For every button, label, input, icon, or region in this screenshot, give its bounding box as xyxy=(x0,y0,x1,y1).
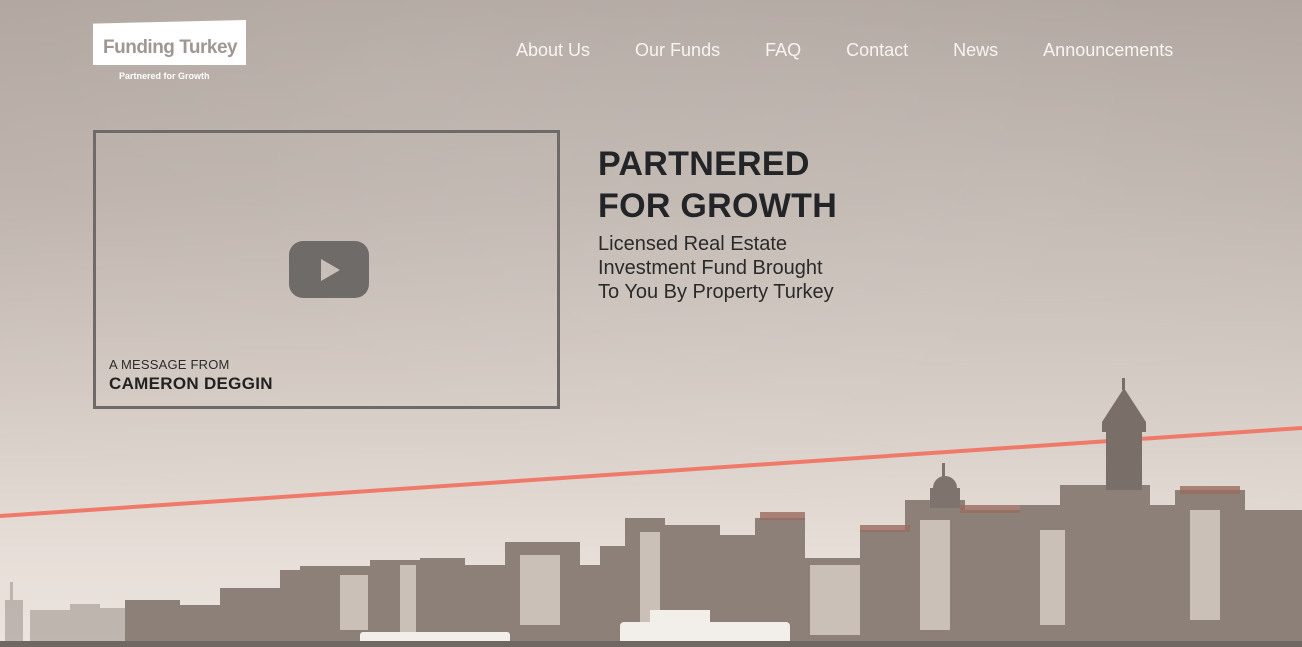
nav-announcements[interactable]: Announcements xyxy=(1043,40,1173,61)
city-skyline-image xyxy=(0,378,1302,647)
hero-subtitle: Licensed Real Estate Investment Fund Bro… xyxy=(598,232,858,304)
hero-subtitle-line2: Investment Fund Brought xyxy=(598,257,823,279)
hero-title-line2: FOR GROWTH xyxy=(598,187,838,225)
logo[interactable]: Funding Turkey Partnered for Growth xyxy=(93,20,246,84)
play-button-icon[interactable] xyxy=(289,241,369,298)
logo-text: Funding Turkey xyxy=(103,37,238,58)
nav-faq[interactable]: FAQ xyxy=(765,40,801,61)
hero-subtitle-line1: Licensed Real Estate xyxy=(598,233,788,255)
nav-our-funds[interactable]: Our Funds xyxy=(635,40,720,61)
hero-subtitle-line3: To You By Property Turkey xyxy=(598,281,834,303)
nav-about-us[interactable]: About Us xyxy=(516,40,590,61)
hero-title: PARTNERED FOR GROWTH xyxy=(598,143,837,227)
nav-news[interactable]: News xyxy=(953,40,998,61)
main-nav: About Us Our Funds FAQ Contact News Anno… xyxy=(516,40,1173,61)
nav-contact[interactable]: Contact xyxy=(846,40,908,61)
logo-tagline: Partnered for Growth xyxy=(119,71,210,81)
hero-title-line1: PARTNERED xyxy=(598,145,810,183)
